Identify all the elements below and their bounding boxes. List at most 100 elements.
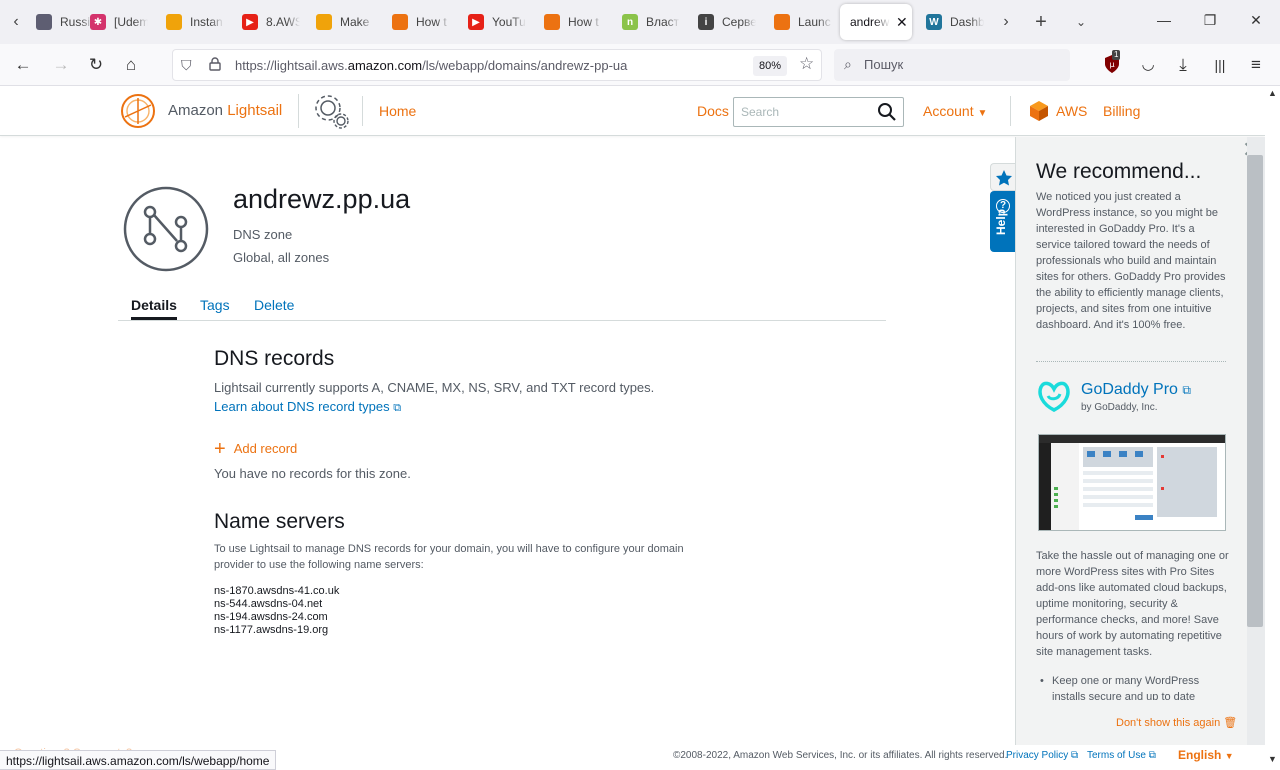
shield-icon[interactable]: ⛉ [181,57,192,74]
restore-icon[interactable]: ❐ [1200,12,1220,29]
browser-tab[interactable]: Instan [156,4,224,40]
vendor-name: by GoDaddy, Inc. [1081,402,1158,413]
downloads-icon[interactable]: ⤓ [1172,54,1194,76]
lightsail-logo-icon[interactable] [118,93,158,129]
browser-tab[interactable]: How t [382,4,450,40]
tab-title: How t [416,15,447,29]
page-title: andrewz.pp.ua [233,184,411,214]
star-icon [996,170,1012,186]
zoom-indicator[interactable]: 80% [753,56,788,76]
reload-icon[interactable]: ↻ [85,54,107,76]
close-tab-icon[interactable]: ✕ [896,14,908,31]
tab-favicon-icon [774,14,790,30]
close-window-icon[interactable]: ✕ [1246,12,1266,29]
panel-title: We recommend... [1036,160,1202,183]
tab-favicon-icon [166,14,182,30]
lock-icon[interactable] [209,57,221,74]
search-icon[interactable] [877,102,897,122]
external-link-icon: ⧉ [1071,750,1079,761]
pocket-icon[interactable]: ◡ [1137,54,1159,76]
godaddy-screenshot-image[interactable] [1038,434,1226,531]
home-icon[interactable]: ⌂ [120,54,142,76]
home-link[interactable]: Home [379,103,416,119]
url-bar[interactable]: ⛉ https://lightsail.aws.amazon.com/ls/we… [172,49,822,81]
scroll-up-icon[interactable]: ▲ [1268,88,1277,98]
privacy-policy-link[interactable]: Privacy Policy ⧉ [1006,750,1078,761]
browser-tab[interactable]: ✱ [Udem [80,4,148,40]
tab-title: andrew [850,15,890,29]
tab-title: Launc [798,15,831,29]
zone-scope: Global, all zones [233,250,330,265]
chevron-down-icon: ▼ [977,108,988,119]
help-tab[interactable]: ? Help [990,191,1016,252]
browser-tab[interactable]: ▶ 8.AWS [232,4,300,40]
browser-tab[interactable]: i Серве [688,4,756,40]
aws-cube-icon [1030,101,1048,121]
chevron-down-icon: ▼ [1224,751,1234,761]
browser-tab[interactable]: Make [306,4,374,40]
search-placeholder: Пошук [864,57,904,72]
name-servers-description: To use Lightsail to manage DNS records f… [214,543,684,571]
back-icon[interactable]: ← [12,54,34,76]
library-icon[interactable]: ||| [1209,54,1231,76]
browser-tab[interactable]: andrew ✕ [840,4,912,40]
name-servers-heading: Name servers [214,510,345,533]
add-record-button[interactable]: + Add record [214,439,297,459]
browser-tab[interactable]: n Власт [612,4,680,40]
tab-favicon-icon: ▶ [242,14,258,30]
tab-details[interactable]: Details [131,297,177,320]
browser-tab[interactable]: Launc [764,4,832,40]
ublock-extension-icon[interactable]: μ 1 [1101,50,1123,76]
language-selector[interactable]: English ▼ [1178,748,1234,762]
tab-title: 8.AWS [266,15,300,29]
tab-tags[interactable]: Tags [200,297,230,313]
panel-body: Take the hassle out of managing one or m… [1036,550,1229,658]
minimize-icon[interactable]: — [1154,12,1174,28]
new-tab-icon[interactable]: + [1031,12,1051,32]
forward-icon: → [52,55,70,74]
panel-scroll-thumb[interactable] [1247,155,1263,627]
url-text: https://lightsail.aws.amazon.com/ls/weba… [235,58,628,73]
list-all-tabs-icon[interactable]: ⌄ [1071,12,1091,32]
tab-scroll-left-icon[interactable]: ‹ [6,12,26,32]
help-label: Help [994,208,1008,235]
dont-show-again-button[interactable]: Don't show this again 🗑 [1116,716,1237,729]
learn-dns-link[interactable]: Learn about DNS record types ⧉ [214,399,401,415]
tab-delete[interactable]: Delete [254,297,294,313]
external-link-icon: ⧉ [1182,383,1191,397]
dns-zone-icon [123,186,209,272]
browser-tab[interactable]: W Dashb [916,4,984,40]
divider [362,96,363,126]
trash-icon: 🗑 [1223,717,1238,729]
brand-title[interactable]: Amazon Lightsail [168,102,282,119]
favorites-tab[interactable] [990,163,1016,191]
terms-of-use-link[interactable]: Terms of Use ⧉ [1087,750,1156,761]
billing-link[interactable]: Billing [1103,103,1140,119]
browser-tab[interactable]: How t [534,4,602,40]
extension-badge: 1 [1112,50,1121,60]
bookmark-star-icon[interactable]: ☆ [799,54,814,74]
aws-link[interactable]: AWS [1056,103,1087,119]
page-scrollbar[interactable]: ▲ ▼ [1265,86,1280,770]
content-tabs: Details Tags Delete [118,296,886,321]
zone-type: DNS zone [233,227,293,242]
scroll-down-icon[interactable]: ▼ [1268,754,1277,764]
tab-title: Dashb [950,15,984,29]
menu-icon[interactable]: ≡ [1245,54,1267,76]
header-search-input[interactable]: Search [733,97,904,127]
browser-tab[interactable]: ▶ YouTu [458,4,526,40]
godaddy-logo-icon[interactable] [1036,380,1072,414]
divider [298,94,299,128]
settings-gear-icon[interactable] [312,92,352,132]
tab-favicon-icon: W [926,14,942,30]
tab-favicon-icon: ✱ [90,14,106,30]
tab-favicon-icon [544,14,560,30]
tab-scroll-right-icon[interactable]: › [996,12,1016,32]
docs-link[interactable]: Docs [697,103,729,119]
divider [1036,361,1226,362]
godaddy-pro-link[interactable]: GoDaddy Pro ⧉ [1081,381,1191,399]
account-menu[interactable]: Account ▼ [923,103,987,119]
browser-search-input[interactable]: ⌕ Пошук [834,49,1070,81]
svg-text:μ: μ [1109,60,1114,69]
search-icon: ⌕ [844,56,852,72]
